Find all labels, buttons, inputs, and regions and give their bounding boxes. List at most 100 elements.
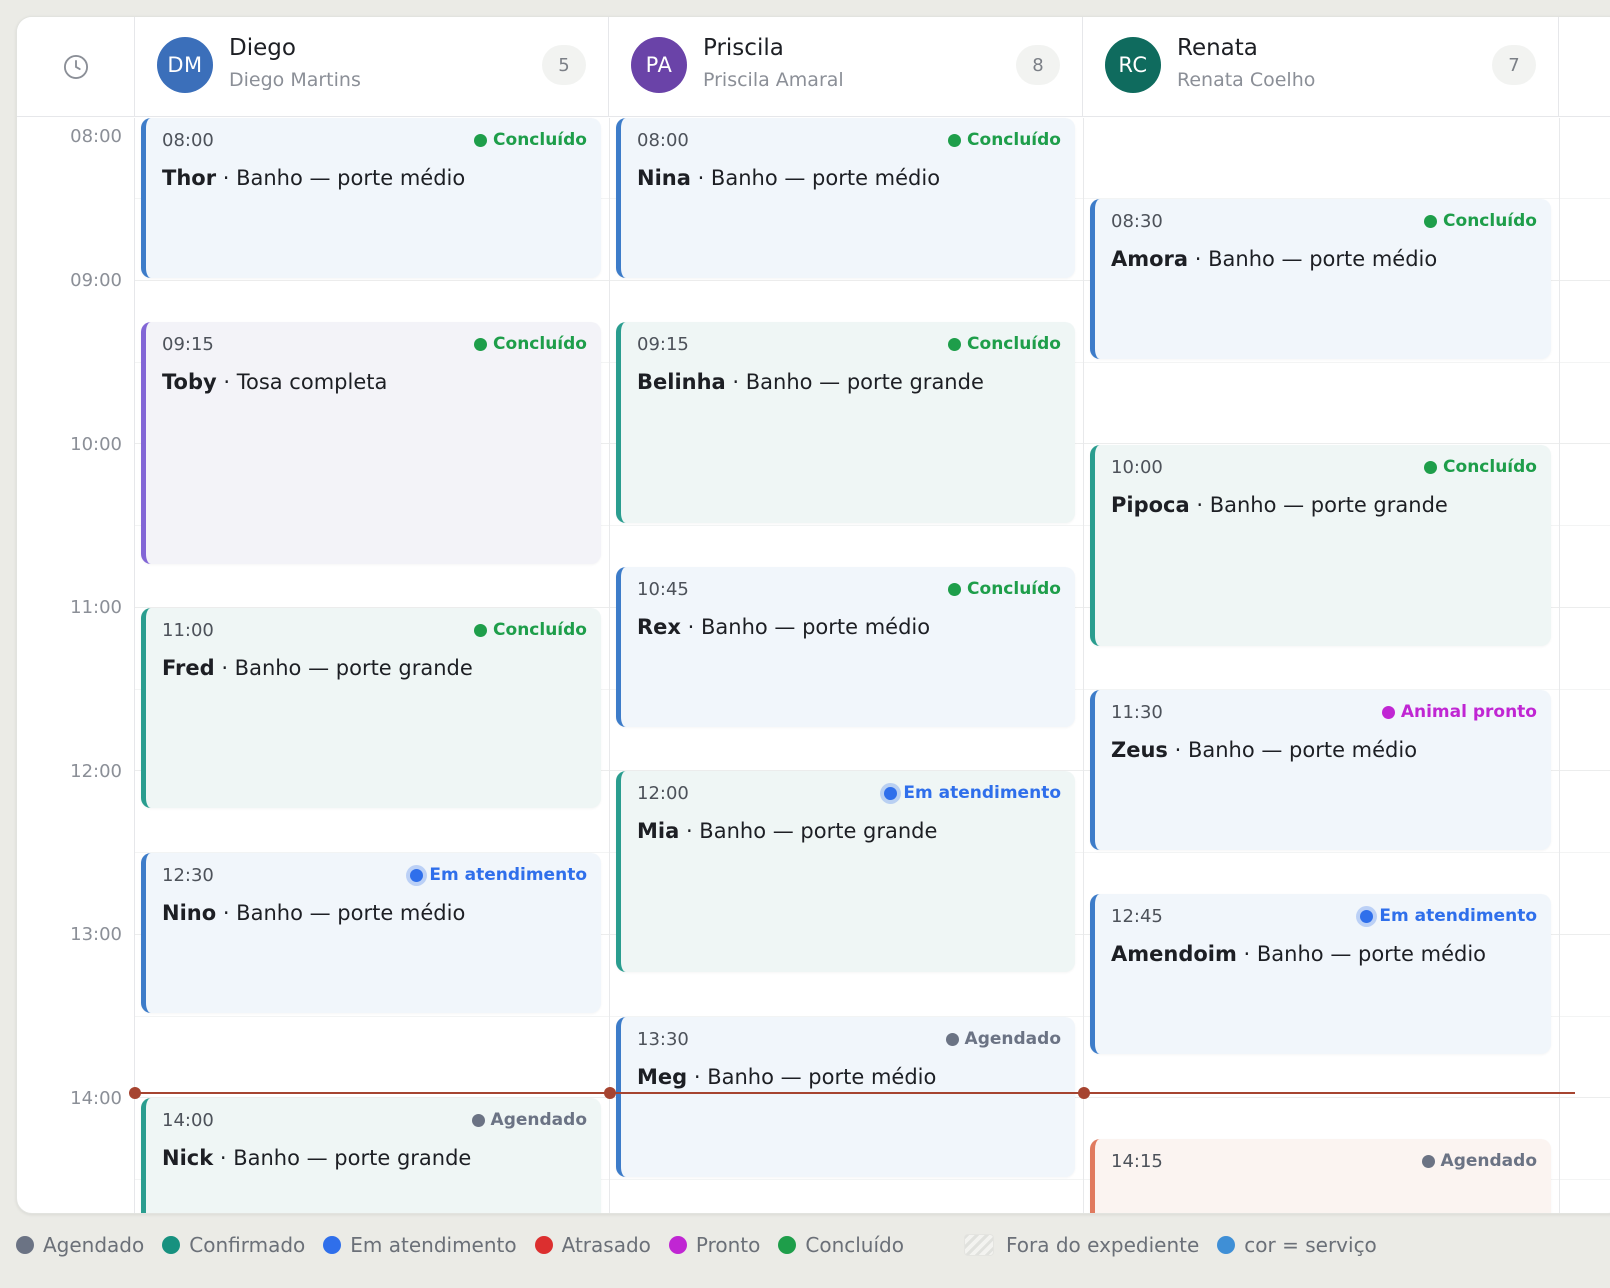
status-badge: Concluído xyxy=(474,334,587,354)
appointment-title: Thor · Banho — porte médio xyxy=(162,166,465,190)
schedule-panel: DM Diego Diego Martins 5 PA Priscila Pri… xyxy=(16,16,1610,1214)
status-label: Em atendimento xyxy=(429,865,587,885)
time-label: 08:00 xyxy=(70,126,122,147)
status-dot xyxy=(1424,460,1438,474)
service-name: · Banho — porte grande xyxy=(725,370,984,394)
column-header-diego[interactable]: DM Diego Diego Martins 5 xyxy=(135,17,609,117)
legend-label: cor = serviço xyxy=(1244,1233,1377,1257)
legend-label: Concluído xyxy=(805,1233,904,1257)
legend-label: Pronto xyxy=(695,1233,761,1257)
appointment-card[interactable]: 14:15 Agendado xyxy=(1090,1139,1551,1213)
schedule-grid: 08:00 09:00 10:00 11:00 12:00 13:00 14:0… xyxy=(17,118,1610,1213)
appointment-card[interactable]: 12:45 Em atendimento Amendoim · Banho — … xyxy=(1090,894,1551,1054)
appointment-time: 13:30 xyxy=(637,1029,689,1050)
status-dot xyxy=(1381,705,1395,719)
appointment-title: Nina · Banho — porte médio xyxy=(637,166,940,190)
pet-name: Amendoim xyxy=(1111,942,1237,966)
service-name: · Banho — porte médio xyxy=(216,901,466,925)
pet-name: Amora xyxy=(1111,247,1189,271)
service-name: · Banho — porte médio xyxy=(687,1065,937,1089)
pet-name: Toby xyxy=(162,370,217,394)
status-label: Agendado xyxy=(1440,1151,1537,1171)
column-header-priscila[interactable]: PA Priscila Priscila Amaral 8 xyxy=(609,17,1083,117)
appointment-card[interactable]: 09:15 Concluído Toby · Tosa completa xyxy=(141,322,601,564)
status-badge: Agendado xyxy=(1421,1151,1537,1171)
appointment-time: 08:00 xyxy=(162,130,214,151)
appointment-card[interactable]: 14:00 Agendado Nick · Banho — porte gran… xyxy=(141,1098,601,1213)
status-label: Concluído xyxy=(493,620,587,640)
status-dot xyxy=(1360,909,1374,923)
appointment-title: Pipoca · Banho — porte grande xyxy=(1111,493,1448,517)
time-label: 14:00 xyxy=(70,1088,122,1109)
pet-name: Belinha xyxy=(637,370,726,394)
status-dot xyxy=(948,133,962,147)
legend-dot xyxy=(778,1236,797,1254)
appointment-title: Toby · Tosa completa xyxy=(162,370,387,394)
professional-full-name: Priscila Amaral xyxy=(703,69,844,91)
status-badge: Concluído xyxy=(948,130,1061,150)
appointment-card[interactable]: 08:30 Concluído Amora · Banho — porte mé… xyxy=(1090,199,1551,359)
schedule-header: DM Diego Diego Martins 5 PA Priscila Pri… xyxy=(17,17,1610,117)
appointment-card[interactable]: 12:30 Em atendimento Nino · Banho — port… xyxy=(141,853,601,1013)
appointment-time: 10:45 xyxy=(637,579,689,600)
appointment-title: Belinha · Banho — porte grande xyxy=(637,370,984,394)
appointment-card[interactable]: 10:45 Concluído Rex · Banho — porte médi… xyxy=(616,567,1075,727)
column-separator xyxy=(609,118,610,1213)
status-label: Concluído xyxy=(1443,457,1537,477)
legend-dot xyxy=(162,1236,181,1254)
status-dot xyxy=(474,337,488,351)
pet-name: Fred xyxy=(162,656,215,680)
legend-item-done: Concluído xyxy=(778,1233,904,1257)
status-badge: Em atendimento xyxy=(1360,906,1537,926)
appointment-card[interactable]: 13:30 Agendado Meg · Banho — porte médio xyxy=(616,1017,1075,1177)
appointment-time: 11:30 xyxy=(1111,702,1163,723)
legend-item-confirmed: Confirmado xyxy=(162,1233,305,1257)
status-dot xyxy=(948,582,962,596)
pet-name: Nino xyxy=(162,901,217,925)
legend-dot xyxy=(16,1236,34,1254)
status-label: Animal pronto xyxy=(1400,702,1537,722)
appointment-count-badge: 8 xyxy=(1016,45,1060,85)
appointment-time: 14:15 xyxy=(1111,1151,1163,1172)
appointment-count-badge: 5 xyxy=(542,45,586,85)
appointment-time: 08:00 xyxy=(637,130,689,151)
appointment-title: Mia · Banho — porte grande xyxy=(637,819,937,843)
time-gutter: 08:00 09:00 10:00 11:00 12:00 13:00 14:0… xyxy=(17,118,135,1213)
appointment-title: Amora · Banho — porte médio xyxy=(1111,247,1437,271)
status-badge: Em atendimento xyxy=(410,865,587,885)
status-dot xyxy=(1421,1154,1435,1168)
status-dot xyxy=(1424,214,1438,228)
current-time-marker xyxy=(1078,1087,1090,1099)
appointment-time: 08:30 xyxy=(1111,211,1163,232)
status-badge: Concluído xyxy=(948,334,1061,354)
appointment-card[interactable]: 08:00 Concluído Nina · Banho — porte méd… xyxy=(616,118,1075,278)
status-dot xyxy=(474,623,488,637)
clock-cell xyxy=(17,17,135,117)
appointment-title: Rex · Banho — porte médio xyxy=(637,615,930,639)
status-label: Em atendimento xyxy=(1379,906,1537,926)
legend-item-scheduled: Agendado xyxy=(16,1233,144,1257)
status-label: Em atendimento xyxy=(903,783,1061,803)
appointment-card[interactable]: 10:00 Concluído Pipoca · Banho — porte g… xyxy=(1090,445,1551,646)
status-badge: Animal pronto xyxy=(1381,702,1537,722)
appointment-card[interactable]: 12:00 Em atendimento Mia · Banho — porte… xyxy=(616,771,1075,972)
appointment-card[interactable]: 08:00 Concluído Thor · Banho — porte méd… xyxy=(141,118,601,278)
status-label: Concluído xyxy=(493,130,587,150)
current-time-marker xyxy=(129,1087,141,1099)
appointment-card[interactable]: 09:15 Concluído Belinha · Banho — porte … xyxy=(616,322,1075,523)
service-name: · Banho — porte grande xyxy=(214,656,473,680)
pet-name: Rex xyxy=(637,615,681,639)
appointment-card[interactable]: 11:30 Animal pronto Zeus · Banho — porte… xyxy=(1090,690,1551,850)
legend-item-service-color: cor = serviço xyxy=(1217,1233,1377,1257)
column-header-renata[interactable]: RC Renata Renata Coelho 7 xyxy=(1083,17,1559,117)
status-dot xyxy=(410,868,424,882)
pet-name: Nick xyxy=(162,1146,214,1170)
appointment-time: 12:00 xyxy=(637,783,689,804)
appointment-card[interactable]: 11:00 Concluído Fred · Banho — porte gra… xyxy=(141,608,601,808)
service-name: · Banho — porte médio xyxy=(1167,738,1418,762)
avatar: PA xyxy=(631,37,687,93)
professional-name: Priscila xyxy=(703,35,784,61)
legend-item-late: Atrasado xyxy=(534,1233,651,1257)
pet-name: Pipoca xyxy=(1111,493,1190,517)
legend-dot xyxy=(668,1236,687,1254)
